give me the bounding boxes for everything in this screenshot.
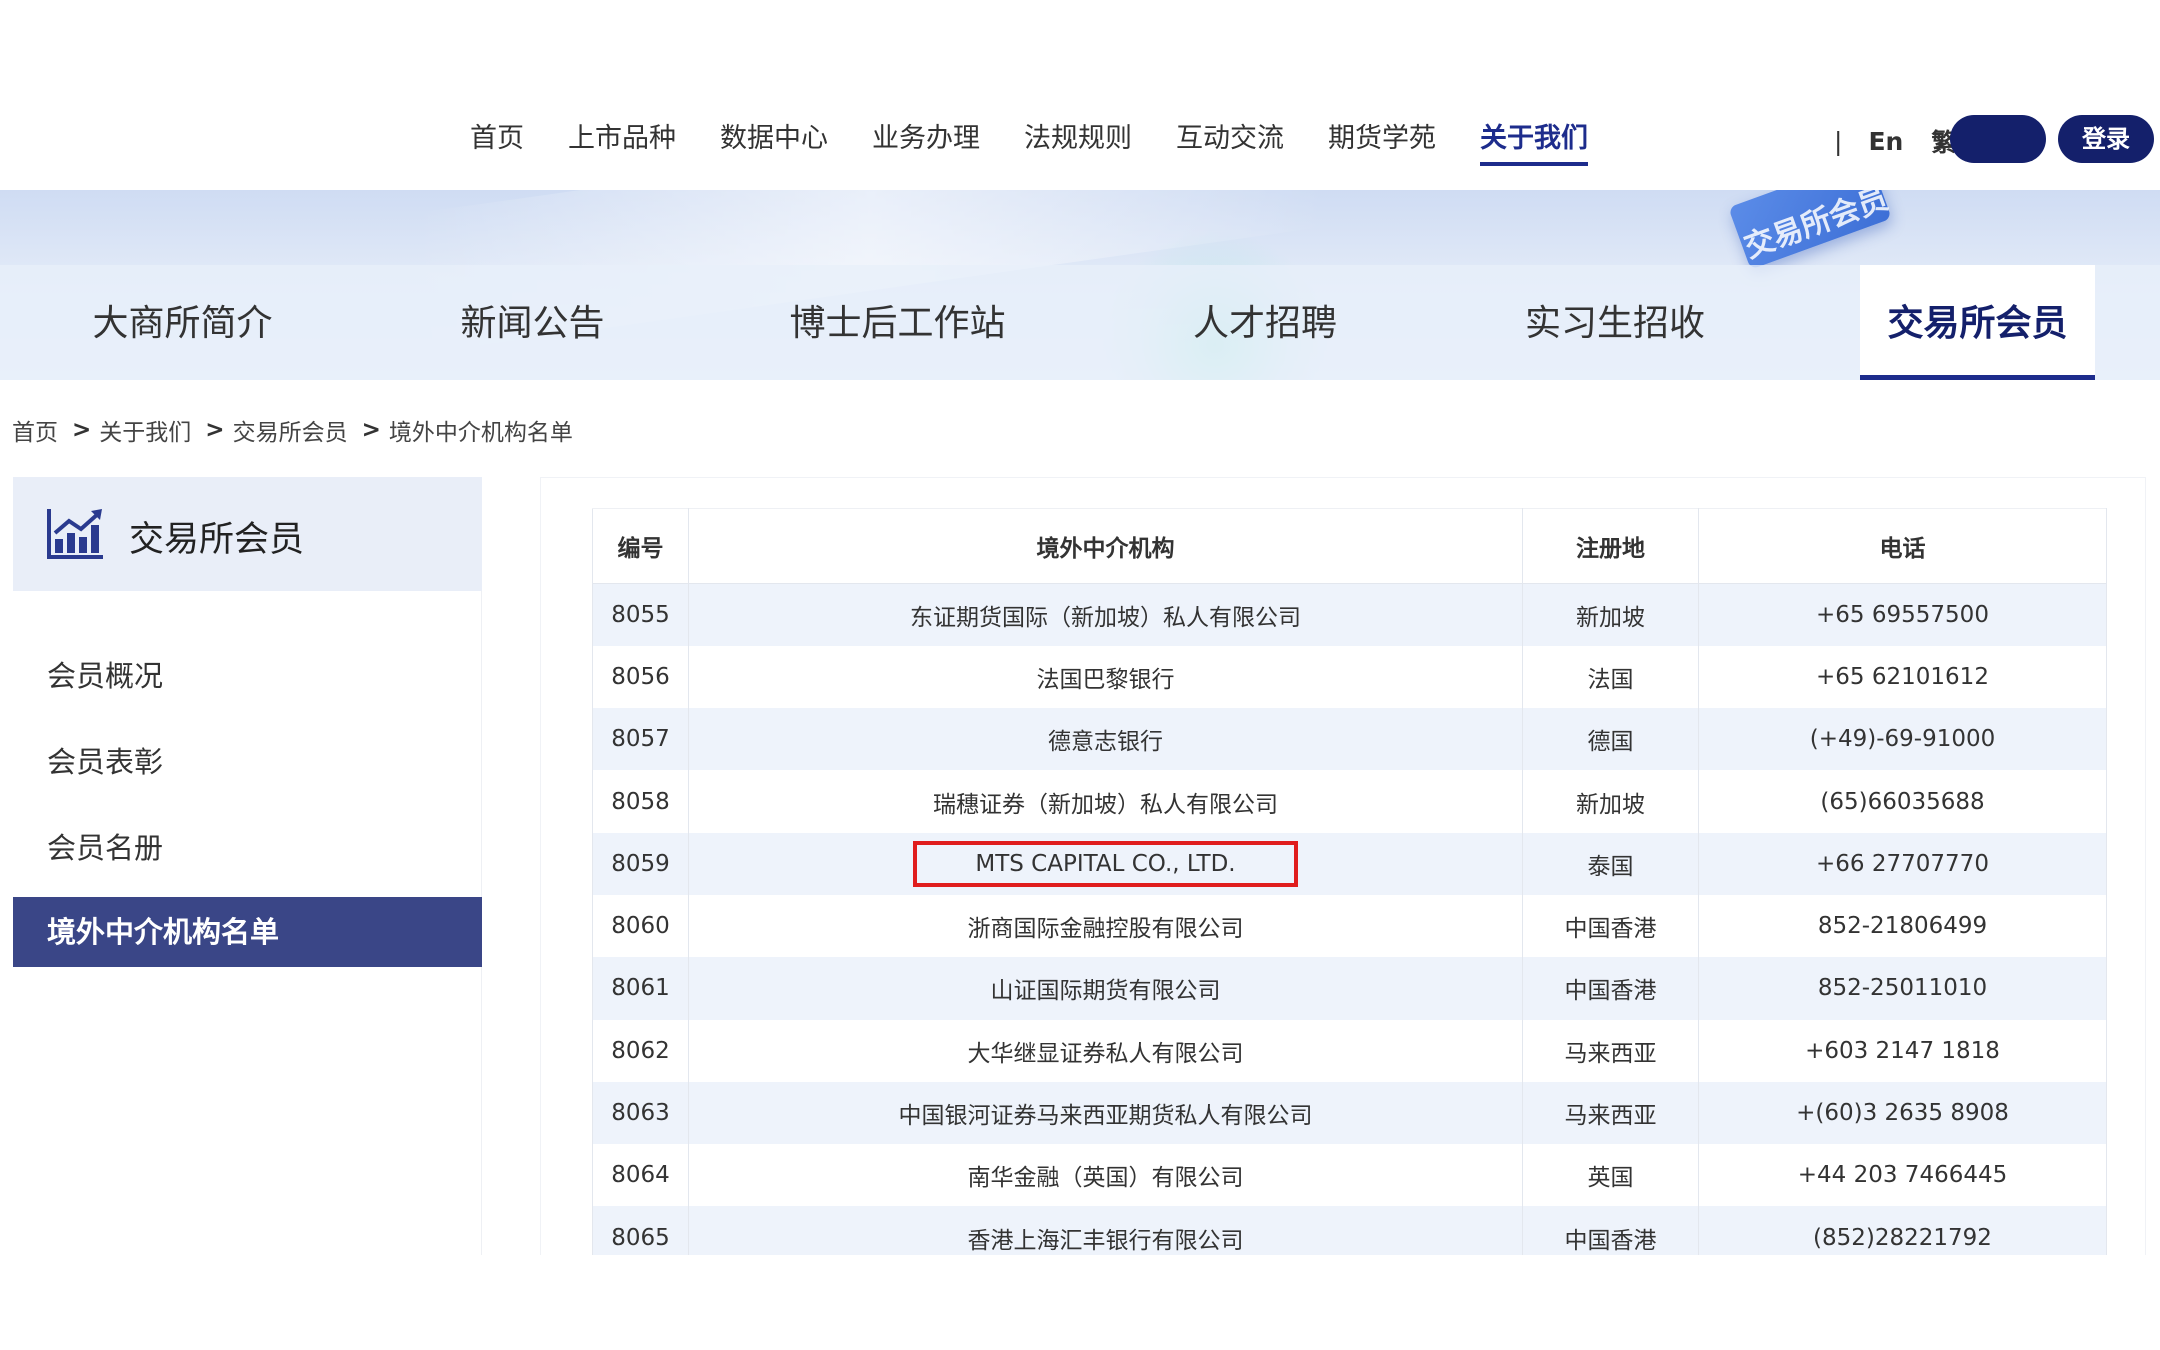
breadcrumb-separator: > [72,417,92,443]
tab-exchange-intro[interactable]: 大商所简介 [60,265,305,380]
cell-phone: 852-25011010 [1698,957,2107,1020]
breadcrumb-home[interactable]: 首页 [12,413,58,447]
sidebar-title: 交易所会员 [129,520,305,560]
cell-phone: +603 2147 1818 [1698,1019,2107,1082]
tab-news[interactable]: 新闻公告 [420,265,645,380]
cell-registration: 泰国 [1522,832,1699,895]
cell-institution: 瑞穗证券（新加坡）私人有限公司 [688,770,1523,833]
cell-registration: 马来西亚 [1522,1019,1699,1082]
table-row: 8064 南华金融（英国）有限公司 英国 +44 203 7466445 [592,1144,2107,1207]
menu-item-rules[interactable]: 法规规则 [1024,118,1132,166]
cell-institution: 浙商国际金融控股有限公司 [688,894,1523,958]
cell-registration: 英国 [1522,1144,1699,1207]
cell-institution: 中国银河证券马来西亚期货私人有限公司 [688,1081,1523,1145]
cell-id: 8060 [592,894,689,958]
table-row: 8055 东证期货国际（新加坡）私人有限公司 新加坡 +65 69557500 [592,583,2107,646]
table-row: 8057 德意志银行 德国 (+49)-69-91000 [592,708,2107,771]
cell-id: 8059 [592,832,689,895]
cell-registration: 中国香港 [1522,894,1699,958]
cell-phone: (+49)-69-91000 [1698,708,2107,771]
cell-id: 8058 [592,770,689,833]
menu-item-home[interactable]: 首页 [470,118,524,166]
cell-id: 8062 [592,1019,689,1082]
page: 首页 上市品种 数据中心 业务办理 法规规则 互动交流 期货学苑 关于我们 | … [0,0,2160,1350]
table-row: 8060 浙商国际金融控股有限公司 中国香港 852-21806499 [592,894,2107,958]
table-row-highlighted: 8059 MTS CAPITAL CO., LTD. 泰国 +66 277077… [592,832,2107,895]
cell-institution: MTS CAPITAL CO., LTD. [688,832,1523,895]
cell-phone: +(60)3 2635 8908 [1698,1081,2107,1145]
tab-postdoc[interactable]: 博士后工作站 [770,265,1025,380]
cell-registration: 法国 [1522,645,1699,709]
cell-registration: 德国 [1522,708,1699,771]
table-row: 8063 中国银河证券马来西亚期货私人有限公司 马来西亚 +(60)3 2635… [592,1081,2107,1145]
sidebar: 交易所会员 会员概况 会员表彰 会员名册 境外中介机构名单 [13,477,482,1257]
cell-registration: 马来西亚 [1522,1081,1699,1145]
menu-item-interaction[interactable]: 互动交流 [1176,118,1284,166]
intermediaries-table: 编号 境外中介机构 注册地 电话 8055 东证期货国际（新加坡）私人有限公司 … [592,508,2107,1269]
column-header-institution: 境外中介机构 [688,508,1523,584]
cell-phone: +65 69557500 [1698,583,2107,646]
sub-tabs: 大商所简介 新闻公告 博士后工作站 人才招聘 实习生招收 交易所会员 [0,265,2160,380]
table-row: 8056 法国巴黎银行 法国 +65 62101612 [592,645,2107,709]
cell-institution: 大华继显证券私人有限公司 [688,1019,1523,1082]
sidebar-item-member-overview[interactable]: 会员概况 [13,641,482,711]
cell-phone: +44 203 7466445 [1698,1144,2107,1207]
cell-id: 8055 [592,583,689,646]
sidebar-item-overseas-intermediaries[interactable]: 境外中介机构名单 [13,897,482,967]
breadcrumb-about-us[interactable]: 关于我们 [99,413,191,447]
sidebar-item-member-roster[interactable]: 会员名册 [13,813,482,883]
table-header-row: 编号 境外中介机构 注册地 电话 [592,508,2107,584]
cell-institution: 山证国际期货有限公司 [688,957,1523,1020]
menu-item-academy[interactable]: 期货学苑 [1328,118,1436,166]
sidebar-item-member-awards[interactable]: 会员表彰 [13,727,482,797]
top-navigation: 首页 上市品种 数据中心 业务办理 法规规则 互动交流 期货学苑 关于我们 | … [0,0,2160,190]
menu-item-about-us[interactable]: 关于我们 [1480,118,1588,166]
cell-institution: 法国巴黎银行 [688,645,1523,709]
cell-phone: +66 27707770 [1698,832,2107,895]
cell-id: 8057 [592,708,689,771]
breadcrumb-exchange-members[interactable]: 交易所会员 [233,413,348,447]
cell-phone: 852-21806499 [1698,894,2107,958]
bottom-whitespace [0,1255,2160,1350]
menu-item-listed-products[interactable]: 上市品种 [568,118,676,166]
cell-registration: 中国香港 [1522,957,1699,1020]
table-row: 8058 瑞穗证券（新加坡）私人有限公司 新加坡 (65)66035688 [592,770,2107,833]
breadcrumb-separator: > [205,417,225,443]
register-button[interactable] [1950,115,2046,163]
menu-item-data-center[interactable]: 数据中心 [720,118,828,166]
column-header-registration: 注册地 [1522,508,1699,584]
cell-institution: 德意志银行 [688,708,1523,771]
tab-exchange-members[interactable]: 交易所会员 [1860,265,2095,380]
table-row: 8062 大华继显证券私人有限公司 马来西亚 +603 2147 1818 [592,1019,2107,1082]
cell-institution: 东证期货国际（新加坡）私人有限公司 [688,583,1523,646]
lang-en-link[interactable]: En [1868,127,1903,156]
tab-recruitment[interactable]: 人才招聘 [1150,265,1380,380]
highlight-box: MTS CAPITAL CO., LTD. [913,840,1298,887]
cell-institution: 南华金融（英国）有限公司 [688,1144,1523,1207]
column-header-phone: 电话 [1698,508,2107,584]
cell-phone: (65)66035688 [1698,770,2107,833]
column-header-id: 编号 [592,508,689,584]
cell-id: 8064 [592,1144,689,1207]
trend-chart-icon [47,509,103,559]
separator: | [1834,126,1843,156]
breadcrumb: 首页 > 关于我们 > 交易所会员 > 境外中介机构名单 [12,414,573,446]
main-menu: 首页 上市品种 数据中心 业务办理 法规规则 互动交流 期货学苑 关于我们 [470,118,1632,166]
tab-internship[interactable]: 实习生招收 [1495,265,1735,380]
menu-item-business[interactable]: 业务办理 [872,118,980,166]
cell-id: 8056 [592,645,689,709]
login-button[interactable]: 登录 [2058,115,2154,163]
cell-registration: 新加坡 [1522,770,1699,833]
cell-id: 8063 [592,1081,689,1145]
breadcrumb-separator: > [361,417,381,443]
cell-registration: 新加坡 [1522,583,1699,646]
breadcrumb-current: 境外中介机构名单 [388,420,573,446]
cell-id: 8061 [592,957,689,1020]
cell-phone: +65 62101612 [1698,645,2107,709]
table-row: 8061 山证国际期货有限公司 中国香港 852-25011010 [592,957,2107,1020]
sidebar-header: 交易所会员 [13,477,482,591]
